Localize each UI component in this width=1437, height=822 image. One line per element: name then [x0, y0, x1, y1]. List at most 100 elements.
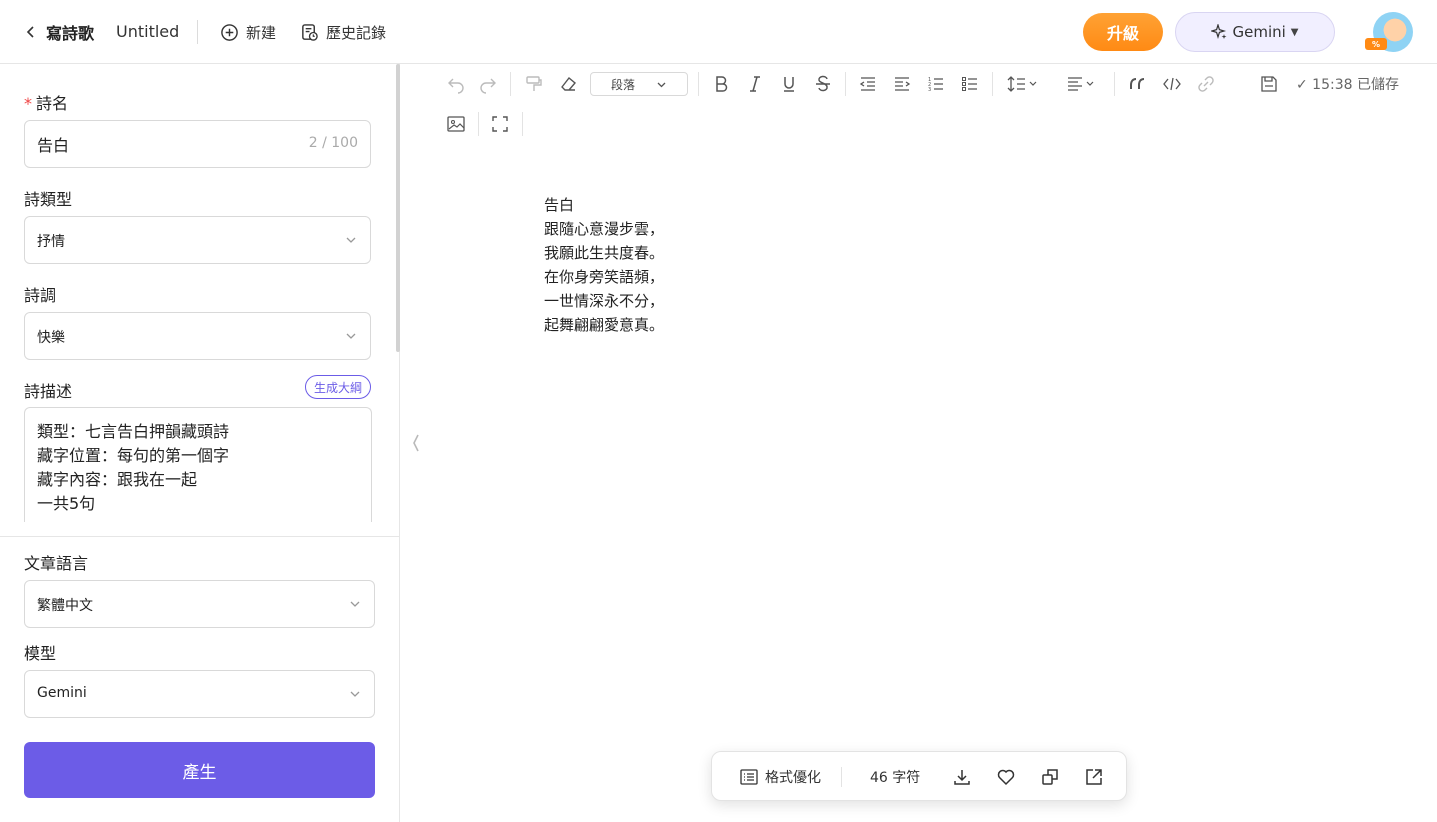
avatar[interactable]: %	[1365, 12, 1413, 52]
poem-description-textarea[interactable]: 類型：七言告白押韻藏頭詩 藏字位置：每句的第一個字 藏字內容：跟我在一起 一共5…	[25, 408, 371, 522]
italic-button[interactable]	[743, 72, 767, 96]
quote-button[interactable]	[1126, 72, 1150, 96]
toolbar-separator	[522, 112, 523, 136]
favorite-button[interactable]	[996, 765, 1016, 789]
language-select[interactable]: 繁體中文	[24, 580, 375, 628]
poem-line: 起舞翩翩愛意真。	[544, 316, 665, 334]
code-icon	[1163, 77, 1181, 91]
poem-type-select[interactable]: 抒情	[24, 216, 371, 264]
code-button[interactable]	[1160, 72, 1184, 96]
copy-icon	[1042, 769, 1058, 785]
link-icon	[1198, 76, 1214, 92]
bullet-list-button[interactable]	[958, 72, 982, 96]
download-icon	[954, 770, 970, 785]
sparkle-icon	[1211, 24, 1227, 40]
generate-outline-button[interactable]: 生成大綱	[305, 375, 371, 399]
underline-button[interactable]	[777, 72, 801, 96]
poem-tone-select[interactable]: 快樂	[24, 312, 371, 360]
model-value: Gemini	[37, 685, 87, 701]
ordered-list-button[interactable]: 123	[924, 72, 948, 96]
strikethrough-button[interactable]	[811, 72, 835, 96]
line-height-button[interactable]	[1006, 72, 1046, 96]
history-label: 歷史記錄	[326, 23, 387, 42]
format-painter-button[interactable]	[522, 72, 546, 96]
format-optimize-button[interactable]: 格式優化	[739, 765, 821, 789]
language-label: 文章語言	[24, 554, 89, 573]
paragraph-style-value: 段落	[611, 77, 636, 92]
history-button[interactable]: 歷史記錄	[300, 18, 386, 46]
eraser-icon	[561, 76, 576, 91]
link-button[interactable]	[1194, 72, 1218, 96]
chevron-down-icon	[350, 691, 360, 697]
toolbar-separator	[698, 72, 699, 96]
poem-name-label: * 詩名	[24, 90, 68, 114]
poem-description-field[interactable]: 類型：七言告白押韻藏頭詩 藏字位置：每句的第一個字 藏字內容：跟我在一起 一共5…	[24, 407, 372, 522]
collapse-panel-toggle[interactable]	[408, 432, 424, 454]
toolbar-separator	[478, 112, 479, 136]
toolbar-separator	[510, 72, 511, 96]
back-button[interactable]: 寫詩歌	[24, 18, 94, 46]
model-select[interactable]: Gemini	[24, 670, 375, 718]
editor-toolbar: 段落 123 ✓ 15:38 已儲存	[440, 64, 1400, 144]
poem-line: 我願此生共度春。	[544, 244, 665, 262]
fullscreen-button[interactable]	[488, 112, 512, 136]
bold-icon	[716, 76, 728, 92]
outdent-button[interactable]	[856, 72, 880, 96]
model-selector[interactable]: Gemini ▼	[1175, 12, 1335, 52]
list-icon	[740, 769, 758, 785]
bottom-action-bar: 格式優化 46 字符	[711, 751, 1127, 801]
redo-button[interactable]	[476, 72, 500, 96]
app-title: 寫詩歌	[46, 24, 95, 43]
align-icon	[1068, 77, 1094, 91]
generate-button[interactable]: 產生	[24, 742, 375, 798]
toolbar-separator	[845, 72, 846, 96]
chevron-down-icon	[346, 333, 356, 339]
poem-name-field[interactable]: 2 / 100	[24, 120, 371, 168]
model-label: Gemini	[1232, 23, 1286, 41]
save-button[interactable]	[1257, 72, 1281, 96]
scrollbar[interactable]	[396, 64, 400, 352]
align-button[interactable]	[1066, 72, 1102, 96]
chevron-left-icon	[413, 434, 419, 452]
poem-description-label: 詩描述	[24, 382, 73, 401]
document-title[interactable]: Untitled	[116, 18, 179, 46]
share-icon	[1086, 769, 1102, 785]
poem-line: 一世情深永不分，	[544, 292, 665, 310]
ordered-list-icon: 123	[928, 77, 943, 93]
new-label: 新建	[246, 23, 277, 42]
share-button[interactable]	[1084, 765, 1104, 789]
poem-name-label-text: 詩名	[36, 94, 69, 113]
poem-name-input[interactable]	[37, 121, 297, 167]
heart-icon	[997, 769, 1015, 786]
model-label: 模型	[24, 644, 57, 663]
upgrade-button[interactable]: 升級	[1083, 13, 1163, 51]
chevron-down-icon	[350, 601, 360, 607]
header-divider	[197, 20, 198, 44]
insert-image-button[interactable]	[444, 112, 468, 136]
line-height-icon	[1007, 76, 1037, 92]
image-icon	[447, 116, 465, 132]
avatar-badge: %	[1365, 38, 1387, 50]
clear-format-button[interactable]	[556, 72, 580, 96]
indent-button[interactable]	[890, 72, 914, 96]
chevron-down-icon	[657, 82, 666, 88]
format-painter-icon	[526, 76, 542, 91]
editor-content[interactable]: 告白 跟隨心意漫步雲， 我願此生共度春。 在你身旁笑語頻， 一世情深永不分， 起…	[544, 193, 664, 337]
undo-button[interactable]	[444, 72, 468, 96]
poem-title: 告白	[544, 196, 575, 214]
download-button[interactable]	[952, 765, 972, 789]
new-button[interactable]: 新建	[220, 18, 276, 46]
fullscreen-icon	[492, 116, 508, 132]
poem-type-label: 詩類型	[24, 190, 73, 209]
chevron-down-icon	[346, 237, 356, 243]
svg-text:3: 3	[928, 87, 931, 93]
italic-icon	[750, 76, 760, 92]
paragraph-style-select[interactable]: 段落	[590, 72, 688, 96]
poem-tone-value: 快樂	[37, 330, 65, 346]
bold-button[interactable]	[709, 72, 733, 96]
redo-icon	[480, 78, 496, 94]
required-mark: *	[24, 94, 32, 113]
copy-button[interactable]	[1040, 765, 1060, 789]
chevron-left-icon	[26, 26, 34, 38]
save-status: ✓ 15:38 已儲存	[1296, 77, 1399, 93]
